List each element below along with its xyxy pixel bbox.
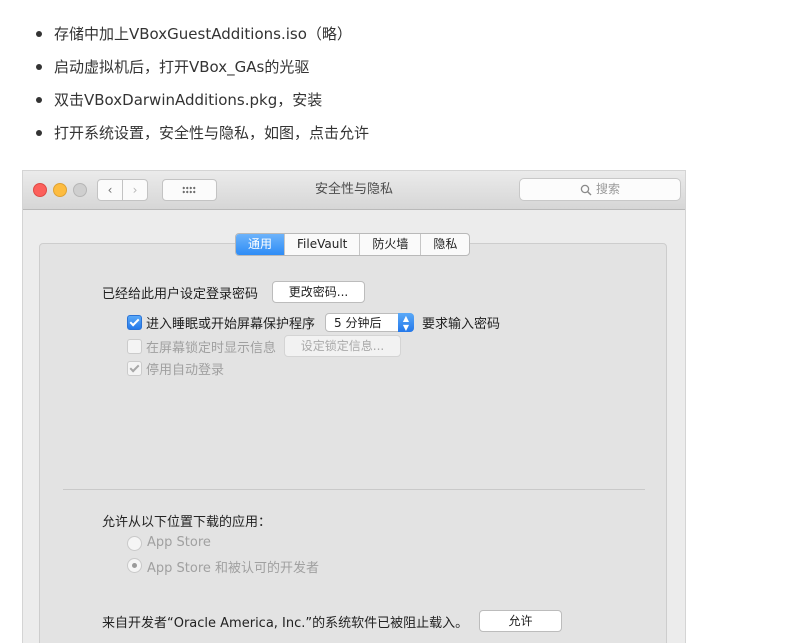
show-message-checkbox[interactable] [127, 339, 142, 354]
show-message-label: 在屏幕锁定时显示信息 [146, 341, 277, 356]
search-field[interactable]: 搜索 [519, 178, 681, 201]
list-item: 存储中加上VBoxGuestAdditions.iso（略） [34, 22, 369, 55]
tab-firewall[interactable]: 防火墙 [359, 234, 420, 255]
disable-autologin-label: 停用自动登录 [146, 363, 225, 378]
search-placeholder: 搜索 [595, 182, 620, 196]
allow-button[interactable]: 允许 [479, 610, 562, 632]
radio-app-store-dev[interactable] [127, 558, 142, 573]
section-divider [63, 489, 645, 490]
zoom-window-button[interactable] [73, 183, 87, 197]
tab-general[interactable]: 通用 [236, 234, 285, 255]
radio-app-store-label: App Store [147, 535, 211, 550]
grid-icon [182, 186, 196, 194]
forward-button[interactable]: › [122, 179, 148, 201]
show-all-button[interactable] [162, 179, 217, 201]
tab-privacy[interactable]: 隐私 [420, 234, 469, 255]
instruction-list: 存储中加上VBoxGuestAdditions.iso（略） 启动虚拟机后，打开… [34, 22, 369, 154]
back-button[interactable]: ‹ [97, 179, 123, 201]
require-password-label: 进入睡眠或开始屏幕保护程序 [146, 317, 316, 332]
set-lock-message-button[interactable]: 设定锁定信息... [284, 335, 401, 357]
close-window-button[interactable] [33, 183, 47, 197]
search-icon [580, 184, 592, 196]
list-item: 打开系统设置，安全性与隐私，如图，点击允许 [34, 121, 369, 154]
tab-bar: 通用 FileVault 防火墙 隐私 [235, 233, 471, 256]
minimize-window-button[interactable] [53, 183, 67, 197]
updown-arrows-icon: ▲ ▼ [398, 313, 414, 332]
change-password-button[interactable]: 更改密码... [272, 281, 365, 303]
allow-apps-label: 允许从以下位置下载的应用： [102, 515, 272, 530]
select-value: 5 分钟后 [334, 316, 382, 330]
disable-autologin-checkbox[interactable] [127, 361, 142, 376]
radio-app-store[interactable] [127, 536, 142, 551]
tab-filevault[interactable]: FileVault [284, 234, 359, 255]
titlebar: ‹ › 安全性与隐私 搜索 [23, 171, 685, 210]
blocked-software-message: 来自开发者“Oracle America, Inc.”的系统软件已被阻止载入。 [102, 616, 469, 631]
password-set-label: 已经给此用户设定登录密码 [102, 287, 259, 302]
radio-app-store-dev-label: App Store 和被认可的开发者 [147, 561, 320, 576]
list-item: 双击VBoxDarwinAdditions.pkg，安装 [34, 88, 369, 121]
list-item: 启动虚拟机后，打开VBox_GAs的光驱 [34, 55, 369, 88]
security-privacy-window: ‹ › 安全性与隐私 搜索 通用 FileVault 防火墙 隐私 已经给此用户… [22, 170, 686, 643]
require-password-suffix: 要求输入密码 [422, 317, 501, 332]
require-password-checkbox[interactable] [127, 315, 142, 330]
settings-panel [39, 243, 667, 643]
require-password-delay-select[interactable]: 5 分钟后 ▲ ▼ [325, 313, 414, 332]
